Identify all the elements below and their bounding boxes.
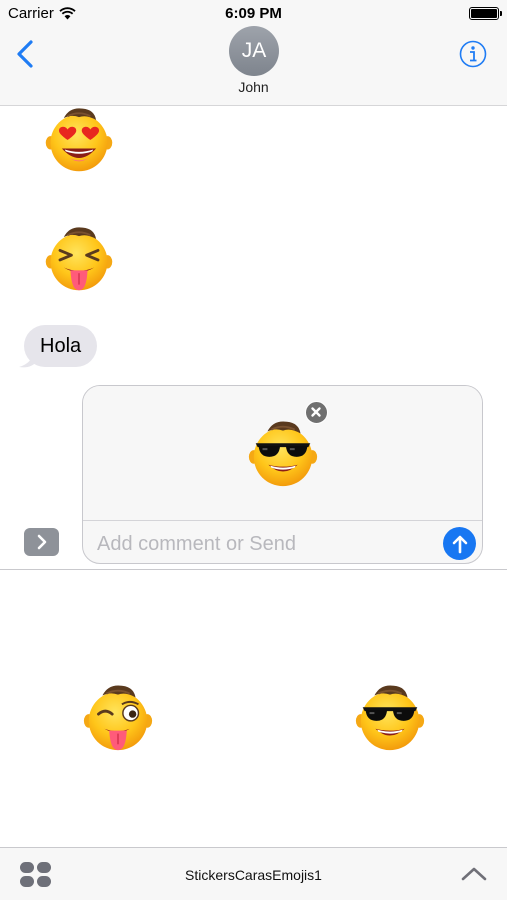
send-arrow-icon	[452, 535, 467, 553]
status-time: 6:09 PM	[225, 5, 282, 22]
expand-button[interactable]	[24, 528, 59, 556]
tongue-out-sticker[interactable]	[41, 220, 117, 296]
back-chevron-icon[interactable]	[14, 40, 38, 68]
battery-icon	[469, 7, 502, 20]
status-bar: Carrier 6:09 PM	[0, 0, 507, 26]
message-bubble[interactable]: Hola	[24, 325, 98, 367]
contact-name[interactable]: John	[0, 79, 507, 95]
sunglasses-sticker[interactable]	[351, 678, 429, 756]
attachment-preview	[83, 386, 482, 521]
compose-box	[82, 385, 483, 564]
chevron-up-icon[interactable]	[461, 865, 487, 883]
wink-tongue-sticker[interactable]	[79, 678, 157, 756]
sunglasses-sticker[interactable]	[244, 414, 322, 492]
heart-eyes-sticker[interactable]	[41, 101, 117, 177]
sticker-drawer	[0, 569, 507, 847]
expand-chevron-icon	[37, 534, 46, 550]
app-bar: StickersCarasEmojis1	[0, 847, 507, 900]
send-button[interactable]	[443, 527, 476, 560]
contact-avatar[interactable]: JA	[229, 26, 279, 76]
comment-input[interactable]	[97, 531, 427, 557]
app-name: StickersCarasEmojis1	[185, 867, 322, 883]
conversation-header: JA John	[0, 26, 507, 106]
remove-attachment-button[interactable]	[305, 401, 328, 424]
close-icon	[311, 407, 321, 417]
info-icon[interactable]	[459, 40, 487, 68]
